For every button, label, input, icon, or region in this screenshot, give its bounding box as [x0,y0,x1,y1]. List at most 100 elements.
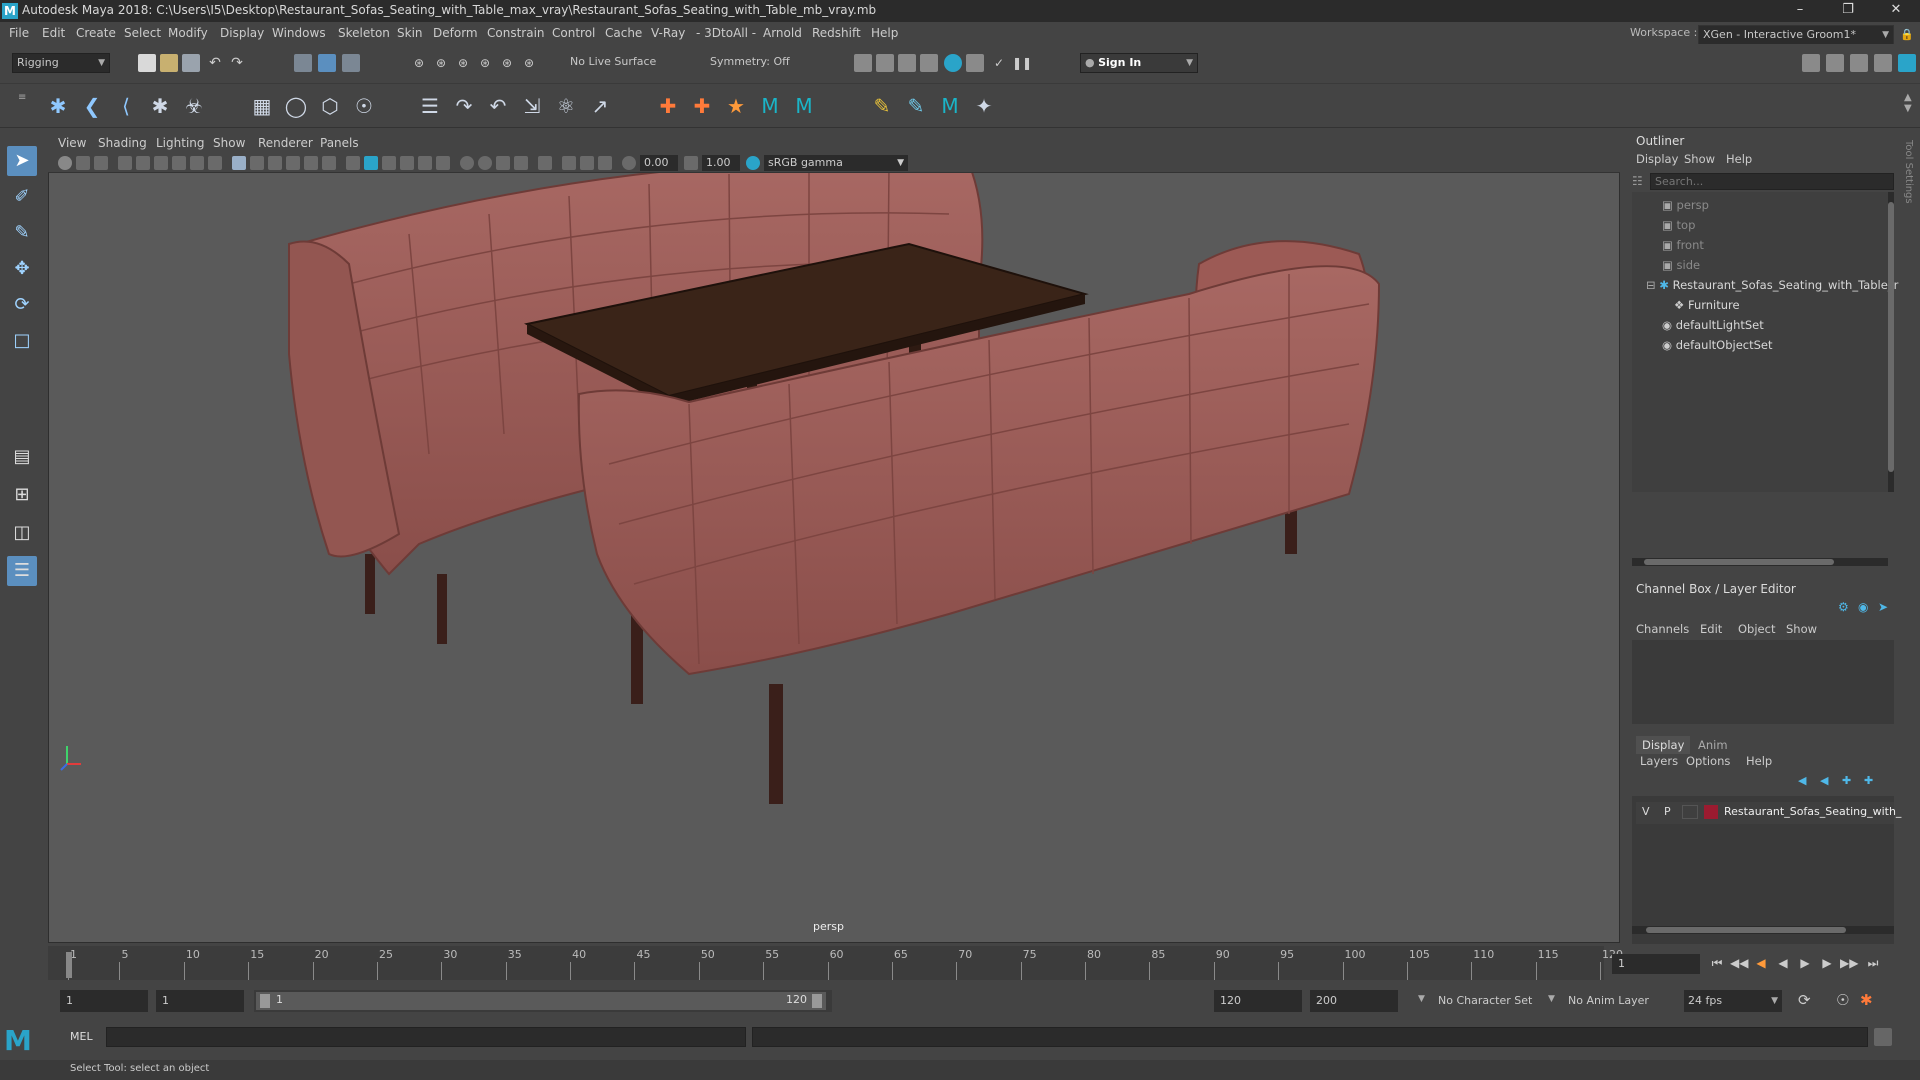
go-to-start-icon[interactable]: ⏮ [1708,954,1726,972]
select-hierarchy-icon[interactable] [294,54,312,72]
select-object-icon[interactable] [318,54,336,72]
playback-end-field[interactable]: 120 [1214,990,1302,1012]
channel-box-icon[interactable] [1898,54,1916,72]
rotate-tool-icon[interactable]: ⟳ [7,290,37,320]
play-backward-icon[interactable]: ◀ [1774,954,1792,972]
exposure-field[interactable]: 0.00 [640,155,678,171]
menu-skeleton[interactable]: Skeleton [338,26,390,40]
move-tool-icon[interactable]: ✥ [7,254,37,284]
menu-display[interactable]: Display [220,26,264,40]
outliner-item-defaultlightset[interactable]: ◉ defaultLightSet [1662,318,1764,332]
wireframe-on-shaded-icon[interactable] [286,156,300,170]
hypershade-icon[interactable] [944,54,962,72]
menu-redshift[interactable]: Redshift [812,26,861,40]
insert-joint-icon[interactable]: ✱ [146,92,174,120]
animation-start-field[interactable]: 1 [60,990,148,1012]
lasso-tool-icon[interactable]: ✐ [7,182,37,212]
anim-layer-dropdown[interactable]: No Anim Layer [1568,994,1649,1007]
pause-icon[interactable]: ❚❚ [1012,54,1032,72]
layer-tab-display[interactable]: Display [1636,736,1691,754]
channelbox-layer-icon[interactable]: ⚙ [1838,600,1852,614]
new-layer-icon[interactable]: ✚ [1842,774,1856,788]
single-perspective-layout-icon[interactable]: ▤ [7,442,37,472]
workspace-dropdown[interactable]: XGen - Interactive Groom1* ▼ [1698,25,1894,45]
attribute-editor-icon[interactable] [1850,54,1868,72]
layer-reference-toggle[interactable] [1682,805,1698,819]
undo-icon[interactable]: ↶ [206,54,224,72]
wireframe-icon[interactable] [250,156,264,170]
range-slider-handle[interactable]: 1 120 [256,992,826,1010]
maximize-button[interactable]: ❐ [1826,0,1870,22]
outliner-search-input[interactable] [1650,173,1894,190]
isolate-icon[interactable] [562,156,576,170]
field-chart-icon[interactable] [172,156,186,170]
character-controls-icon[interactable] [1826,54,1844,72]
redo-icon[interactable]: ↷ [228,54,246,72]
range-end-grip[interactable] [812,994,822,1008]
use-all-lights-icon[interactable] [418,156,432,170]
vray-icon[interactable]: ✓ [990,54,1008,72]
scale-tool-icon[interactable]: □ [7,326,37,356]
script-language-toggle[interactable]: MEL [70,1030,93,1043]
gate-mask-icon[interactable] [154,156,168,170]
outliner-item-group[interactable]: ⊟ ✱ Restaurant_Sofas_Seating_with_Table_… [1646,278,1898,292]
tool-settings-icon[interactable]: ➤ [1878,600,1892,614]
fps-dropdown[interactable]: 24 fps ▼ [1684,990,1782,1012]
live-surface-field[interactable]: No Live Surface [566,53,664,73]
collapse-icon[interactable]: ⊟ [1646,278,1656,292]
step-back-key-icon[interactable]: ◀◀ [1730,954,1748,972]
paint-weights-icon[interactable]: ◯ [282,92,310,120]
layer-hscrollbar[interactable] [1632,926,1894,934]
textured-icon[interactable] [304,156,318,170]
new-layer-selected-icon[interactable]: ✚ [1864,774,1878,788]
menu-constrain[interactable]: Constrain [487,26,545,40]
lock-icon[interactable]: 🔒 [1900,28,1914,42]
render-sequence-icon[interactable] [876,54,894,72]
frame-selected-icon[interactable] [598,156,612,170]
menu-vray[interactable]: V-Ray [651,26,685,40]
time-slider[interactable]: 1 5 10 15 20 25 30 35 40 45 50 55 60 65 70 75 80 85 90 95 10… [48,946,1623,980]
hik-mapping-icon[interactable]: M [936,92,964,120]
color-management-icon[interactable] [746,156,760,170]
snapshot-icon[interactable] [538,156,552,170]
viewport-menu-lighting[interactable]: Lighting [156,136,205,150]
range-slider[interactable]: 1 120 [254,990,832,1012]
constraint-pole-icon[interactable]: ↗ [586,92,614,120]
scrollbar-thumb[interactable] [1646,927,1846,933]
chevron-down-icon[interactable]: ▼ [1418,994,1425,1004]
locator-icon[interactable]: ✚ [654,92,682,120]
film-gate-icon[interactable] [118,156,132,170]
current-time-indicator[interactable] [66,952,72,978]
menu-file[interactable]: File [9,26,29,40]
constraint-parent-icon[interactable]: ☰ [416,92,444,120]
menu-help[interactable]: Help [871,26,898,40]
viewport-persp[interactable]: persp [48,133,1620,943]
menu-edit[interactable]: Edit [42,26,65,40]
channelbox-menu-channels[interactable]: Channels [1636,622,1689,636]
sign-in-dropdown[interactable]: ● Sign In ▼ [1080,53,1198,73]
viewport-menu-show[interactable]: Show [213,136,245,150]
scrollbar-thumb[interactable] [1888,202,1894,472]
lights-icon[interactable] [322,156,336,170]
play-forward-icon[interactable]: ▶ [1796,954,1814,972]
render-frame-icon[interactable] [854,54,872,72]
range-start-grip[interactable] [260,994,270,1008]
animation-preferences-icon[interactable]: ✱ [1860,991,1873,1009]
safe-action-icon[interactable] [190,156,204,170]
outliner-item-top[interactable]: ▣ top [1662,218,1695,232]
pin-icon[interactable]: ✦ [970,92,998,120]
step-back-frame-icon[interactable]: ◀ [1752,954,1770,972]
chevron-down-icon[interactable]: ▼ [1548,994,1555,1004]
go-to-end-icon[interactable]: ⏭ [1864,954,1882,972]
outliner-layout-icon[interactable]: ☰ [7,556,37,586]
viewport-menu-panels[interactable]: Panels [320,136,359,150]
select-tool-icon[interactable]: ➤ [7,146,37,176]
menu-control[interactable]: Control [552,26,595,40]
auto-key-icon[interactable]: ☉ [1836,991,1849,1009]
viewport-menu-renderer[interactable]: Renderer [258,136,313,150]
snap-vertex-icon[interactable]: ⊛ [520,54,538,72]
modeling-toolkit-icon[interactable] [1802,54,1820,72]
outliner-menu-show[interactable]: Show [1684,152,1715,166]
menu-deform[interactable]: Deform [433,26,478,40]
ik-spline-icon[interactable]: ⟨ [112,92,140,120]
